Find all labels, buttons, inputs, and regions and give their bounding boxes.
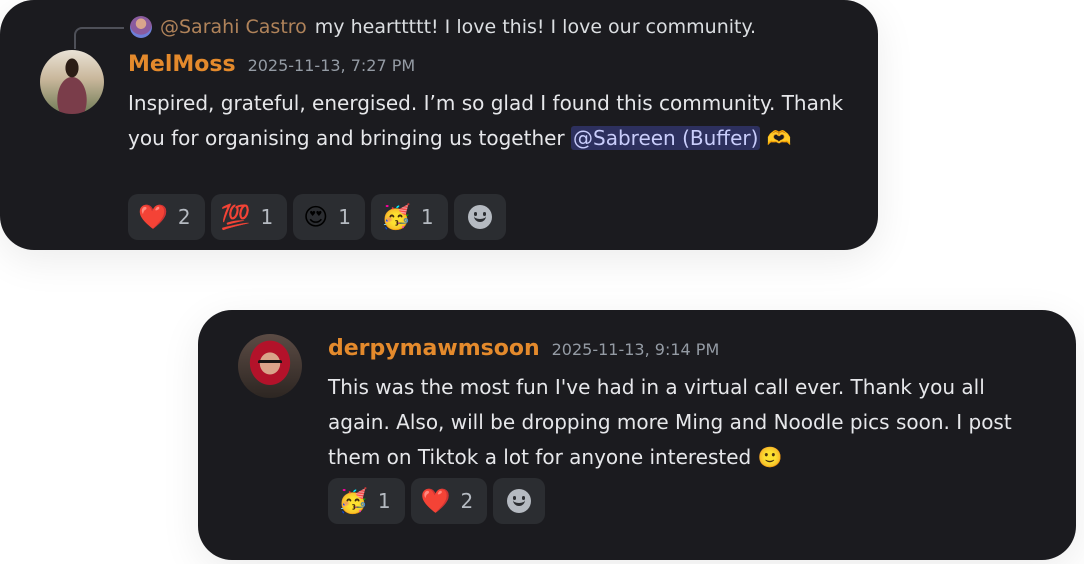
reply-text: my hearttttt! I love this! I love our co… — [314, 16, 757, 38]
slight-smile-emoji: 🙂 — [757, 445, 783, 469]
user-mention[interactable]: @Sabreen (Buffer) — [571, 126, 761, 150]
reaction-hundred-points[interactable]: 💯 1 — [210, 194, 288, 240]
reaction-count: 1 — [338, 205, 352, 229]
reaction-count: 1 — [420, 205, 434, 229]
reply-avatar — [130, 16, 152, 38]
message-melmoss: MelMoss 2025-11-13, 7:27 PM Inspired, gr… — [128, 52, 848, 156]
partying-face-emoji: 🥳 — [381, 203, 411, 231]
message-text: This was the most fun I've had in a virt… — [328, 375, 1012, 469]
reaction-heart-eyes[interactable]: 😍 1 — [293, 194, 366, 240]
heart-emoji: ❤️ — [138, 203, 168, 231]
heart-emoji: ❤️ — [420, 487, 451, 515]
reaction-heart[interactable]: ❤️ 2 — [128, 194, 205, 240]
add-reaction-icon — [507, 489, 532, 513]
avatar-melmoss[interactable] — [40, 50, 104, 114]
reactions-bar: 🥳 1 ❤️ 2 — [328, 478, 546, 524]
reaction-partying-face[interactable]: 🥳 1 — [371, 194, 448, 240]
reaction-count: 1 — [377, 489, 391, 513]
message-body: This was the most fun I've had in a virt… — [328, 370, 1048, 475]
username[interactable]: derpymawmsoon — [328, 336, 540, 361]
reply-connector — [74, 27, 124, 49]
reply-preview[interactable]: @Sarahi Castro my hearttttt! I love this… — [130, 15, 756, 39]
hundred-points-emoji: 💯 — [220, 203, 251, 231]
heart-hands-emoji: 🫶 — [766, 126, 792, 150]
partying-face-emoji: 🥳 — [338, 487, 368, 515]
add-reaction-icon — [467, 205, 492, 229]
message-body: Inspired, grateful, energised. I’m so gl… — [128, 86, 848, 156]
username[interactable]: MelMoss — [128, 52, 236, 77]
reaction-partying-face[interactable]: 🥳 1 — [328, 478, 405, 524]
message-header: MelMoss 2025-11-13, 7:27 PM — [128, 52, 848, 84]
reactions-bar: ❤️ 2 💯 1 😍 1 🥳 1 — [128, 194, 506, 240]
reaction-heart[interactable]: ❤️ 2 — [410, 478, 488, 524]
reaction-count: 1 — [260, 205, 274, 229]
reaction-count: 2 — [460, 489, 474, 513]
avatar-derpymawmsoon[interactable] — [238, 334, 302, 398]
reaction-count: 2 — [177, 205, 191, 229]
reply-username[interactable]: @Sarahi Castro — [160, 16, 307, 38]
message-derpymawmsoon: derpymawmsoon 2025-11-13, 9:14 PM This w… — [328, 336, 1048, 475]
message-header: derpymawmsoon 2025-11-13, 9:14 PM — [328, 336, 1048, 368]
timestamp: 2025-11-13, 7:27 PM — [247, 56, 416, 75]
glasses-detail — [258, 360, 282, 369]
timestamp: 2025-11-13, 9:14 PM — [551, 340, 720, 359]
heart-eyes-emoji: 😍 — [303, 203, 329, 231]
add-reaction-button[interactable] — [453, 194, 506, 240]
add-reaction-button[interactable] — [493, 478, 546, 524]
